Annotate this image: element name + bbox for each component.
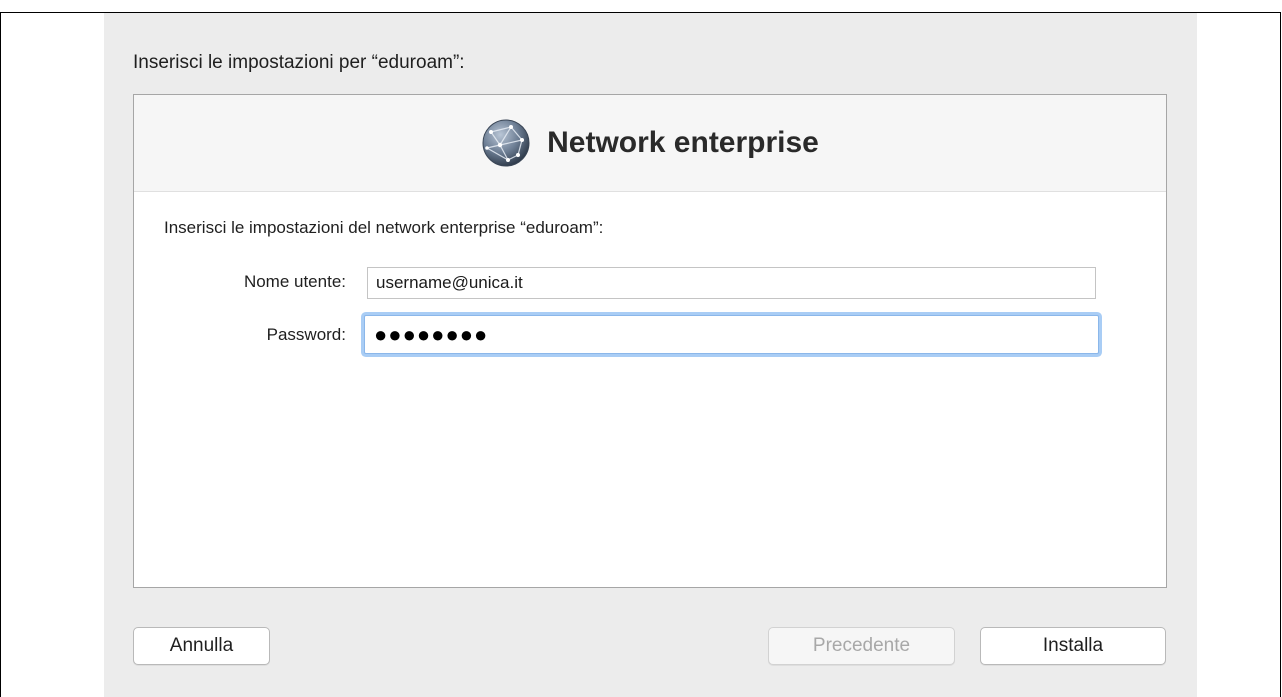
username-label: Nome utente: (243, 272, 346, 291)
cancel-button[interactable]: Annulla (133, 627, 270, 665)
settings-dialog: Inserisci le impostazioni per “eduroam”: (104, 13, 1197, 697)
password-input[interactable] (364, 315, 1099, 354)
username-input[interactable] (367, 267, 1096, 299)
settings-panel: Network enterprise Inserisci le impostaz… (133, 94, 1167, 588)
network-settings-prompt: Inserisci le impostazioni del network en… (164, 218, 604, 237)
panel-title: Network enterprise (547, 126, 819, 159)
globe-network-icon (482, 119, 530, 167)
panel-header: Network enterprise (134, 95, 1166, 192)
previous-button[interactable]: Precedente (768, 627, 955, 665)
dialog-prompt: Inserisci le impostazioni per “eduroam”: (133, 52, 465, 73)
password-label: Password: (266, 325, 346, 344)
install-button[interactable]: Installa (980, 627, 1166, 665)
